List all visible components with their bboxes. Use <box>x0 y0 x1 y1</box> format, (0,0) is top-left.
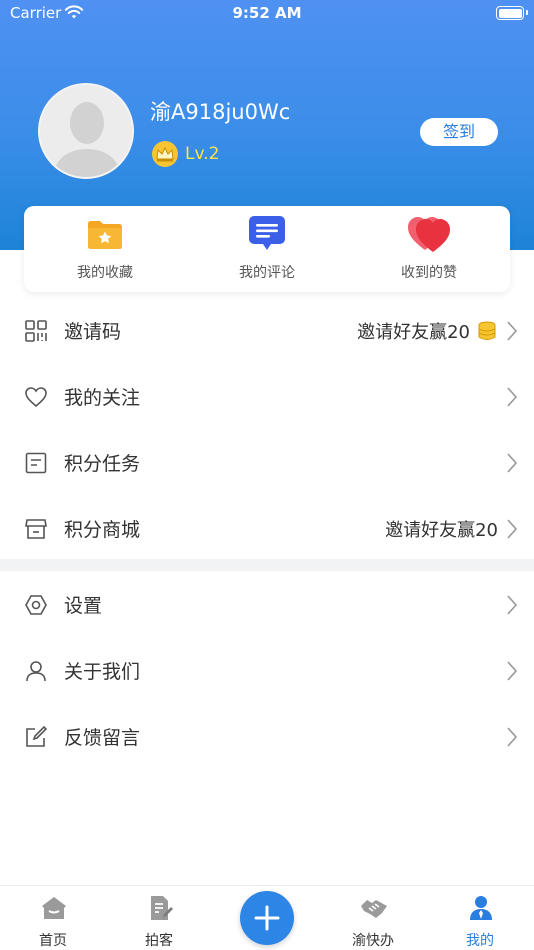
quick-action-comments[interactable]: 我的评论 <box>186 206 348 292</box>
qrcode-icon <box>25 320 47 342</box>
store-reward-text: 邀请好友赢20 <box>385 520 498 541</box>
quick-action-label: 我的评论 <box>239 265 295 281</box>
settings-icon <box>25 595 47 615</box>
checkin-button[interactable]: 签到 <box>420 118 498 146</box>
tab-mine[interactable]: 我的 <box>427 886 533 950</box>
chevron-right-icon <box>507 387 518 407</box>
crown-icon <box>152 141 178 167</box>
section-divider <box>0 559 534 571</box>
chevron-right-icon <box>507 661 518 681</box>
tab-yukuaiban[interactable]: 渝快办 <box>320 886 426 950</box>
tab-label: 渝快办 <box>352 933 394 949</box>
task-list-icon <box>25 452 47 474</box>
plus-icon <box>254 905 280 931</box>
chevron-right-icon <box>507 321 518 341</box>
handshake-icon <box>361 900 387 918</box>
document-edit-icon <box>151 896 173 920</box>
quick-action-label: 我的收藏 <box>77 265 133 281</box>
quick-action-likes[interactable]: 收到的赞 <box>348 206 510 292</box>
menu-item-invite-code[interactable]: 邀请码 邀请好友赢20 <box>0 297 534 363</box>
folder-star-icon <box>88 221 122 249</box>
menu-item-about-us[interactable]: 关于我们 <box>0 637 534 703</box>
quick-action-label: 收到的赞 <box>401 265 457 281</box>
tab-label: 我的 <box>466 933 494 949</box>
chevron-right-icon <box>507 595 518 615</box>
menu-item-label: 我的关注 <box>64 387 141 409</box>
menu-item-settings[interactable]: 设置 <box>0 571 534 637</box>
home-icon <box>42 897 66 919</box>
store-icon <box>25 519 47 539</box>
heart-icon <box>408 217 450 252</box>
profile-icon <box>470 896 492 920</box>
menu-item-points-store[interactable]: 积分商城 邀请好友赢20 <box>0 495 534 561</box>
tab-home[interactable]: 首页 <box>0 886 106 950</box>
menu-item-feedback[interactable]: 反馈留言 <box>0 703 534 769</box>
edit-icon <box>26 725 48 747</box>
tab-label: 拍客 <box>145 933 173 949</box>
status-bar: Carrier 9:52 AM <box>0 0 534 28</box>
user-level: Lv.2 <box>185 144 220 164</box>
chevron-right-icon <box>507 727 518 747</box>
battery-icon <box>496 6 524 20</box>
default-avatar-icon <box>40 85 132 177</box>
user-icon <box>26 661 46 682</box>
invite-reward-text: 邀请好友赢20 <box>357 318 498 344</box>
quick-actions-card: 我的收藏 我的评论 收到的赞 <box>24 206 510 292</box>
menu-item-points-tasks[interactable]: 积分任务 <box>0 429 534 495</box>
menu-item-label: 邀请码 <box>64 321 122 343</box>
menu-item-label: 反馈留言 <box>64 727 141 749</box>
comment-icon <box>249 216 285 250</box>
heart-outline-icon <box>25 387 47 408</box>
status-time: 9:52 AM <box>232 4 302 22</box>
chevron-right-icon <box>507 453 518 473</box>
quick-action-favorites[interactable]: 我的收藏 <box>24 206 186 292</box>
tab-paike[interactable]: 拍客 <box>106 886 212 950</box>
menu-item-label: 设置 <box>64 595 103 617</box>
menu-item-label: 关于我们 <box>64 661 141 683</box>
add-post-button[interactable] <box>240 891 294 945</box>
coins-icon <box>478 321 496 340</box>
menu-item-label: 积分商城 <box>64 519 141 541</box>
avatar[interactable] <box>38 83 134 179</box>
menu-item-label: 积分任务 <box>64 453 141 475</box>
menu-item-following[interactable]: 我的关注 <box>0 363 534 429</box>
tab-label: 首页 <box>39 933 67 949</box>
chevron-right-icon <box>507 519 518 539</box>
username: 渝A918ju0Wc <box>150 100 291 124</box>
